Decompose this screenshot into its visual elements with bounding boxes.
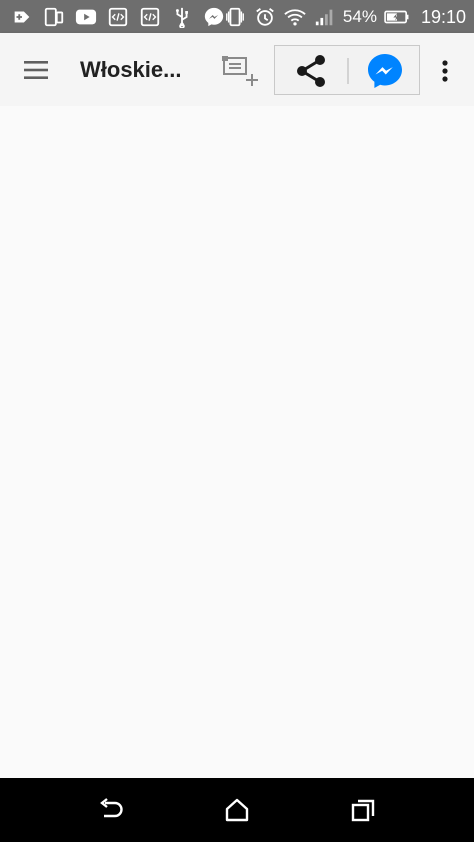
status-bar-notifications: [10, 5, 226, 29]
vibrate-icon: [223, 5, 247, 29]
more-options-button[interactable]: [432, 53, 458, 89]
recent-apps-button[interactable]: [343, 794, 383, 826]
signal-icon: [313, 5, 337, 29]
code-icon: [138, 5, 162, 29]
dual-screen-icon: [42, 5, 66, 29]
share-actions-group: [274, 45, 420, 95]
hamburger-menu-icon: [24, 61, 48, 79]
status-bar-system: 54% 19:10: [223, 5, 466, 29]
more-vert-icon: [442, 60, 448, 82]
page-title: Włoskie...: [80, 57, 182, 82]
divider: [347, 58, 349, 84]
share-icon: [297, 55, 325, 87]
screen: 54% 19:10 Włoskie...: [0, 0, 474, 842]
recent-apps-icon: [351, 799, 375, 822]
add-to-list-button[interactable]: [218, 53, 262, 89]
youtube-icon: [74, 5, 98, 29]
add-to-list-icon: [222, 56, 258, 86]
alarm-icon: [253, 5, 277, 29]
navigation-bar: [0, 778, 474, 842]
app-bar: Włoskie...: [0, 33, 474, 106]
messenger-share-button[interactable]: [363, 50, 407, 92]
content-area[interactable]: [0, 106, 474, 778]
back-button[interactable]: [91, 794, 131, 826]
hamburger-menu-button[interactable]: [18, 55, 54, 85]
battery-percent: 54%: [342, 7, 377, 26]
status-bar: 54% 19:10: [0, 0, 474, 33]
messenger-icon: [368, 54, 402, 88]
battery-charging-icon: [383, 5, 411, 29]
wifi-icon: [283, 5, 307, 29]
clock: 19:10: [420, 6, 466, 27]
share-button[interactable]: [289, 50, 333, 92]
add-box-icon: [10, 5, 34, 29]
home-icon: [225, 798, 249, 822]
back-icon: [100, 798, 123, 818]
usb-icon: [170, 5, 194, 29]
home-button[interactable]: [217, 794, 257, 826]
code-icon: [106, 5, 130, 29]
